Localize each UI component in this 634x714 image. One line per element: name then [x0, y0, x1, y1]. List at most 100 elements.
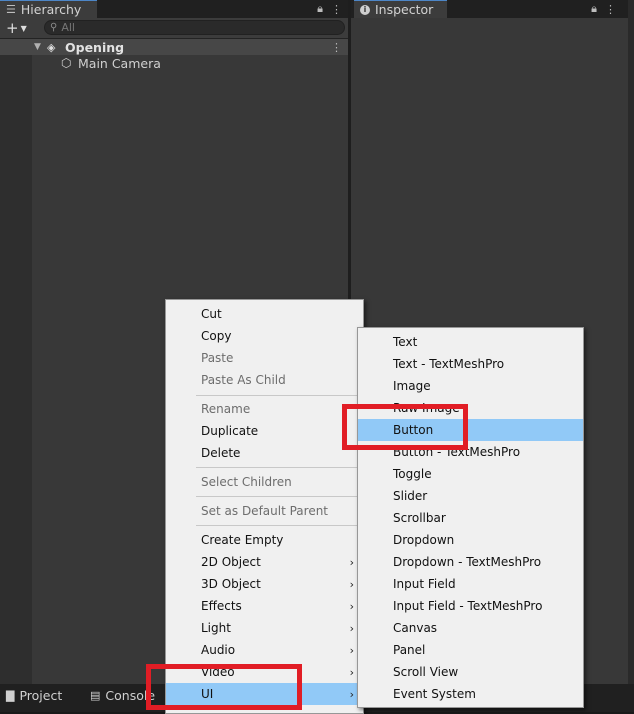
menu-item-label: Paste [201, 351, 234, 365]
menu-separator [196, 525, 359, 526]
lock-icon[interactable]: 🔒︎ [317, 2, 323, 16]
menu-separator [196, 467, 359, 468]
menu-item-label: 2D Object [201, 555, 261, 569]
tab-hierarchy[interactable]: ☰ Hierarchy [0, 0, 97, 18]
right-panel-edge [628, 0, 634, 684]
tab-inspector[interactable]: i Inspector [354, 0, 447, 18]
unity-scene-icon: ◈ [47, 40, 56, 54]
menu-item-copy[interactable]: Copy [166, 325, 363, 347]
menu-item-label: Delete [201, 446, 241, 460]
tab-inspector-label: Inspector [375, 2, 434, 17]
menu-item-cut[interactable]: Cut [166, 303, 363, 325]
menu-item-effects[interactable]: Effects › [166, 595, 363, 617]
menu-item-2d-object[interactable]: 2D Object › [166, 551, 363, 573]
submenu-item-label: Text [393, 335, 418, 349]
submenu-item-button-tmp[interactable]: Button - TextMeshPro [358, 441, 583, 463]
tab-hierarchy-label: Hierarchy [20, 2, 82, 17]
menu-item-video[interactable]: Video › [166, 661, 363, 683]
console-icon: ▤ [90, 688, 101, 702]
menu-separator [196, 395, 359, 396]
tab-console[interactable]: ▤ Console [90, 684, 155, 706]
kebab-menu-icon[interactable]: ⋮ [605, 3, 616, 16]
menu-item-label: Effects [201, 599, 242, 613]
submenu-item-toggle[interactable]: Toggle [358, 463, 583, 485]
menu-item-label: 3D Object [201, 577, 261, 591]
menu-item-label: Paste As Child [201, 373, 286, 387]
menu-item-label: Light [201, 621, 231, 635]
create-dropdown-button[interactable]: + ▼ [6, 18, 27, 38]
submenu-item-input-field[interactable]: Input Field [358, 573, 583, 595]
menu-item-label: Duplicate [201, 424, 259, 438]
submenu-item-label: Canvas [393, 621, 438, 635]
menu-item-label: UI [201, 687, 214, 701]
hierarchy-tab-bar: ☰ Hierarchy 🔒︎ ⋮ [0, 0, 348, 18]
menu-item-label: Copy [201, 329, 232, 343]
hierarchy-tab-tools: 🔒︎ ⋮ [317, 1, 342, 17]
menu-item-label: Rename [201, 402, 251, 416]
folder-icon: ▇ [6, 688, 15, 702]
gameobject-cube-icon: ⬡ [61, 56, 72, 70]
info-icon: i [360, 4, 370, 15]
submenu-arrow-icon: › [349, 665, 354, 679]
kebab-menu-icon[interactable]: ⋮ [331, 3, 342, 16]
submenu-item-text[interactable]: Text [358, 331, 583, 353]
dropdown-arrow-icon: ▼ [20, 23, 27, 33]
menu-item-rename: Rename [166, 398, 363, 420]
submenu-item-label: Button - TextMeshPro [393, 445, 521, 459]
menu-item-3d-object[interactable]: 3D Object › [166, 573, 363, 595]
scene-kebab-icon[interactable]: ⋮ [331, 41, 342, 54]
submenu-item-input-field-tmp[interactable]: Input Field - TextMeshPro [358, 595, 583, 617]
submenu-arrow-icon: › [349, 687, 354, 701]
menu-item-label: Select Children [201, 475, 292, 489]
tab-project-label: Project [19, 687, 63, 703]
submenu-arrow-icon: › [349, 577, 354, 591]
scene-row[interactable]: ▼ ◈ Opening ⋮ [0, 39, 348, 55]
submenu-arrow-icon: › [349, 643, 354, 657]
submenu-arrow-icon: › [349, 555, 354, 569]
lock-icon[interactable]: 🔒︎ [591, 2, 597, 16]
tab-project[interactable]: ▇ Project [6, 684, 62, 706]
submenu-item-button[interactable]: Button [358, 419, 583, 441]
menu-item-ui[interactable]: UI › [166, 683, 363, 705]
scene-name: Opening [65, 39, 125, 55]
menu-item-select-children: Select Children [166, 471, 363, 493]
context-menu: Cut Copy Paste Paste As Child Rename Dup… [165, 299, 364, 714]
hierarchy-item-main-camera[interactable]: ⬡ Main Camera [0, 55, 348, 71]
ui-submenu: Text Text - TextMeshPro Image Raw Image … [357, 327, 584, 708]
submenu-item-scroll-view[interactable]: Scroll View [358, 661, 583, 683]
submenu-item-label: Text - TextMeshPro [393, 357, 505, 371]
submenu-item-dropdown-tmp[interactable]: Dropdown - TextMeshPro [358, 551, 583, 573]
submenu-item-text-tmp[interactable]: Text - TextMeshPro [358, 353, 583, 375]
submenu-item-scrollbar[interactable]: Scrollbar [358, 507, 583, 529]
search-input[interactable] [57, 21, 302, 34]
menu-item-set-default-parent: Set as Default Parent [166, 500, 363, 522]
submenu-item-image[interactable]: Image [358, 375, 583, 397]
submenu-item-canvas[interactable]: Canvas [358, 617, 583, 639]
menu-item-label: Audio [201, 643, 236, 657]
menu-separator [196, 496, 359, 497]
submenu-item-label: Dropdown - TextMeshPro [393, 555, 542, 569]
menu-item-delete[interactable]: Delete [166, 442, 363, 464]
menu-item-label: Create Empty [201, 533, 284, 547]
tab-console-label: Console [105, 687, 156, 703]
submenu-item-event-system[interactable]: Event System [358, 683, 583, 705]
menu-item-light[interactable]: Light › [166, 617, 363, 639]
hierarchy-item-label: Main Camera [78, 55, 161, 71]
menu-item-duplicate[interactable]: Duplicate [166, 420, 363, 442]
menu-item-label: Set as Default Parent [201, 504, 329, 518]
submenu-arrow-icon: › [349, 621, 354, 635]
hierarchy-toolbar: + ▼ ⚲ [0, 18, 348, 39]
submenu-item-panel[interactable]: Panel [358, 639, 583, 661]
menu-item-paste-as-child: Paste As Child [166, 369, 363, 391]
submenu-item-raw-image[interactable]: Raw Image [358, 397, 583, 419]
menu-item-audio[interactable]: Audio › [166, 639, 363, 661]
menu-item-label: Cut [201, 307, 222, 321]
list-icon: ☰ [6, 3, 16, 16]
submenu-item-slider[interactable]: Slider [358, 485, 583, 507]
submenu-item-label: Scrollbar [393, 511, 446, 525]
submenu-item-label: Button [393, 423, 434, 437]
menu-item-create-empty[interactable]: Create Empty [166, 529, 363, 551]
submenu-item-dropdown[interactable]: Dropdown [358, 529, 583, 551]
submenu-item-label: Raw Image [393, 401, 460, 415]
expand-arrow-icon[interactable]: ▼ [34, 42, 41, 52]
